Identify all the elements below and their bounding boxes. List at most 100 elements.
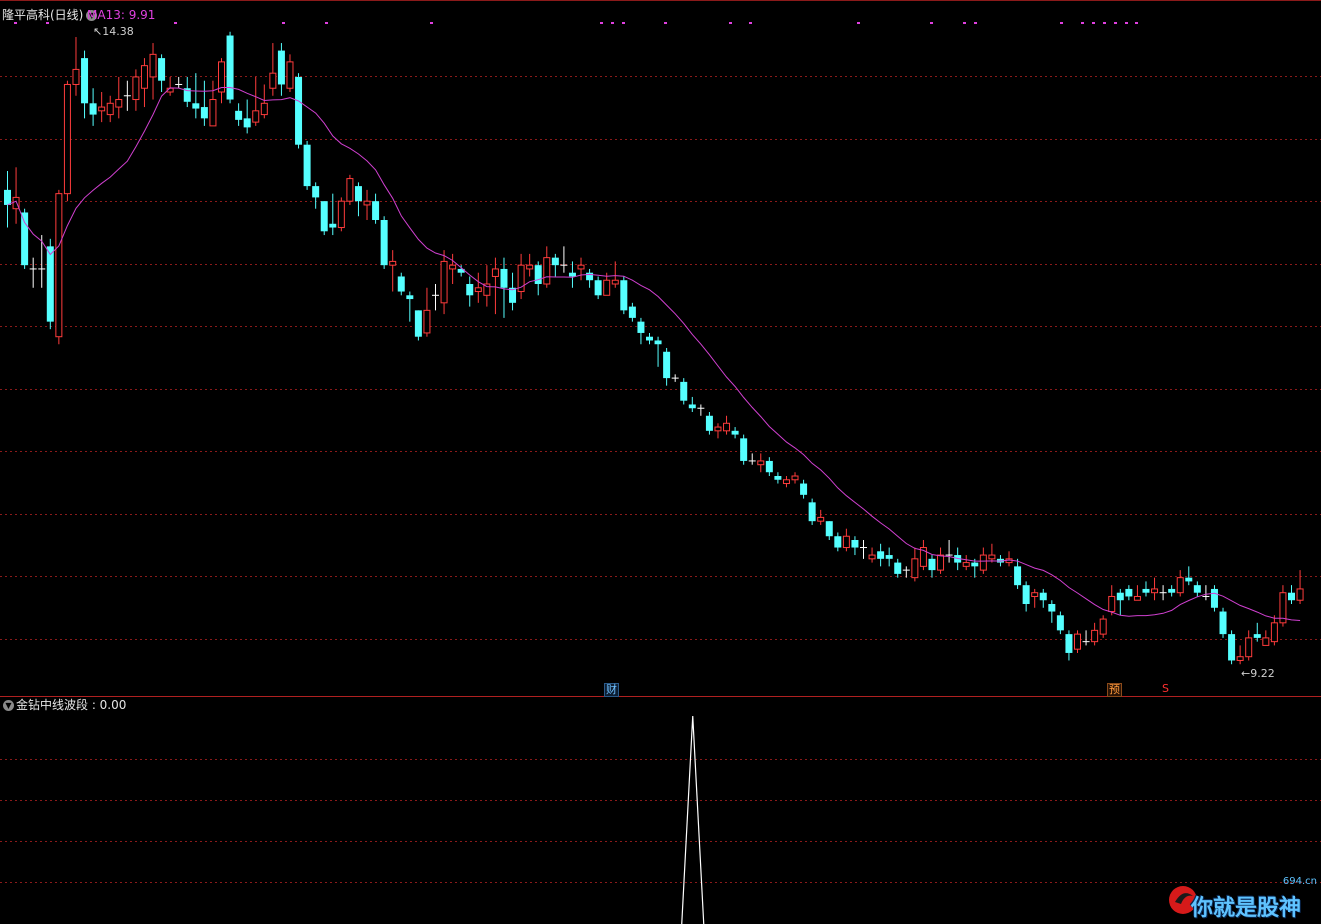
candle-body [628,306,636,318]
candle-body [46,246,54,322]
candle-body [140,65,148,89]
chevron-down-icon[interactable]: ▼ [3,699,14,711]
high-price-label: ↖14.38 [93,25,134,38]
candle-body [1039,592,1047,601]
signal-dot [14,22,17,24]
candle-body [1288,592,1295,601]
candle-body [1168,588,1176,593]
candle-body [774,476,782,480]
signal-dot [729,22,732,24]
candle-body [260,102,268,116]
candle-body [740,438,748,461]
candle-body [81,58,89,104]
signal-dot [1103,22,1106,24]
candle-body [1099,618,1107,635]
candle-body [1133,595,1141,601]
candle-body [586,272,594,281]
candle-body [89,103,97,115]
candle-body [654,340,662,345]
candle-body [971,562,979,567]
candle-body [842,535,850,549]
candle-body [1262,637,1270,646]
candle-body [286,61,294,89]
candle-body [1116,592,1124,601]
candle-body [1296,588,1304,601]
signal-dot [1114,22,1117,24]
candle-body [1151,588,1159,594]
sell-signal-marker[interactable]: S [1161,683,1170,695]
signal-dot [282,22,285,24]
signal-dot [1125,22,1128,24]
candle-body [1074,633,1081,650]
indicator-line [681,715,705,924]
candle-body [1065,634,1073,653]
candle-body [1091,629,1099,643]
candle-body [800,483,808,495]
signal-dot [963,22,966,24]
signal-dot [1092,22,1095,24]
indicator-title-text: 金钻中线波段 : 0.00 [16,698,127,712]
financial-report-marker[interactable]: 财 [604,683,619,697]
candle-body [277,50,285,85]
candle-body [4,189,11,205]
candle-body [620,280,628,311]
candle-body [1014,566,1022,586]
candle-body [1125,588,1133,597]
candle-body [1219,611,1227,635]
watermark-site: 694.cn [1282,876,1317,887]
stock-title-text: 隆平高科(日线) [2,8,84,22]
candle-body [269,72,277,89]
candle-body [72,68,80,85]
kline-chart[interactable] [0,0,1321,924]
candle-body [209,99,217,127]
candle-body [192,103,200,109]
candle-body [295,76,303,145]
candle-body [611,279,619,285]
signal-dot [664,22,667,24]
signal-dot [749,22,752,24]
candle-body [705,415,713,431]
candle-body [235,110,243,120]
candle-body [885,555,893,559]
candle-body [731,430,739,435]
candle-body [132,76,140,101]
candle-body [594,280,602,296]
candle-body [423,309,431,334]
candle-body [1031,592,1039,597]
signal-dot [622,22,625,24]
candle-body [363,200,371,206]
candle-body [98,106,106,112]
candle-body [1236,656,1244,661]
candle-body [714,426,722,432]
candle-body [782,479,790,485]
candle-body [115,99,123,108]
signal-dot [600,22,603,24]
candle-body [851,540,859,548]
forecast-marker[interactable]: 预 [1107,683,1122,697]
candle-body [337,200,345,229]
candle-body [449,264,457,270]
candle-body [825,521,833,537]
signal-dot [1081,22,1084,24]
candle-body [577,264,585,270]
candle-body [928,558,936,571]
candle-body [200,107,208,119]
candle-body [637,321,645,333]
stock-title: 隆平高科(日线) ▼ [2,8,99,22]
candle-body [1022,585,1030,604]
candle-body [491,268,499,277]
candle-body [868,554,876,560]
candle-body [312,186,320,198]
candle-body [1142,588,1150,593]
candle-body [808,502,816,522]
candle-body [1108,595,1116,613]
low-price-value: 9.22 [1250,667,1275,680]
candle-body [329,223,337,228]
indicator-title: ▼ 金钻中线波段 : 0.00 [0,698,126,712]
candle-body [551,257,559,266]
watermark-text: 你就是股神 [1191,896,1302,921]
candle-body [1193,585,1201,593]
candle-body [397,276,405,292]
candle-body [1253,634,1261,638]
candle-body [320,201,328,232]
